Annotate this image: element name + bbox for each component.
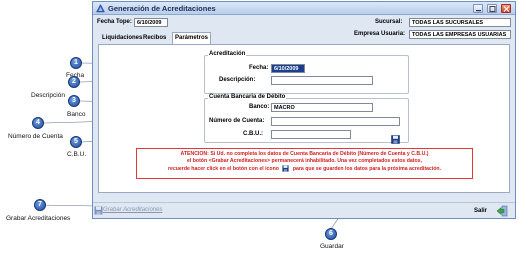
tab-liquidaciones[interactable]: Liquidaciones xyxy=(100,33,144,44)
save-button[interactable] xyxy=(391,135,400,144)
acreditacion-group-title: Acreditación xyxy=(208,51,247,57)
numero-cuenta-input[interactable] xyxy=(271,117,400,126)
close-icon xyxy=(503,6,510,12)
callout-6-label: Guardar xyxy=(320,243,344,250)
warning-message: ATENCION: Si Ud. no completa los datos d… xyxy=(136,148,473,179)
fecha-tope-field[interactable]: 6/10/2009 xyxy=(134,18,168,27)
numero-cuenta-label: Número de Cuenta: xyxy=(209,118,265,124)
parametros-panel: Acreditación Fecha: 6/10/2009 Descripció… xyxy=(98,44,510,193)
callout-4: 4 xyxy=(32,117,44,129)
callout-3-label: Banco xyxy=(67,111,86,118)
salir-button[interactable]: Salir xyxy=(474,208,487,214)
sucursal-field[interactable]: TODAS LAS SUCURSALES xyxy=(409,18,511,27)
callout-5-label: C.B.U. xyxy=(67,151,87,158)
fecha-input[interactable]: 6/10/2009 xyxy=(271,64,305,73)
callout-2: 2 xyxy=(68,76,80,88)
callout-4-label: Número de Cuenta xyxy=(8,133,63,140)
grabar-acreditaciones-button[interactable]: Grabar Acreditaciones xyxy=(103,207,162,213)
banco-label: Banco: xyxy=(249,104,270,110)
acreditaciones-window: Generación de Acreditaciones Fecha Tope:… xyxy=(92,1,516,219)
title-bar[interactable]: Generación de Acreditaciones xyxy=(93,2,515,15)
floppy-disk-icon xyxy=(94,206,103,215)
fecha-tope-label: Fecha Tope: xyxy=(97,19,132,25)
maximize-icon xyxy=(489,6,496,12)
tab-recibos[interactable]: Recibos xyxy=(141,33,168,44)
callout-5: 5 xyxy=(70,136,82,148)
callout-1: 1 xyxy=(70,57,82,69)
warning-line-1: ATENCION: Si Ud. no completa los datos d… xyxy=(180,151,429,157)
warning-line-3: recuerde hacer click en el botón con el … xyxy=(137,165,472,173)
cuenta-bancaria-group-title: Cuenta Bancaria de Débito xyxy=(208,94,287,100)
exit-arrow-icon[interactable] xyxy=(496,205,508,217)
descripcion-input[interactable] xyxy=(271,76,373,85)
callout-6: 6 xyxy=(325,228,337,240)
acreditacion-group: Acreditación xyxy=(204,51,409,94)
warning-line-3b: para que se guarden los datos para la pr… xyxy=(292,165,442,172)
descripcion-label: Descripción: xyxy=(219,77,256,83)
callout-3: 3 xyxy=(68,95,80,107)
bottom-bar: Grabar Acreditaciones Salir xyxy=(93,202,515,218)
sucursal-label: Sucursal: xyxy=(375,19,403,25)
minimize-icon xyxy=(476,10,481,12)
floppy-disk-icon xyxy=(282,165,290,172)
close-button[interactable] xyxy=(501,4,511,13)
empresa-label: Empresa Usuaria: xyxy=(354,31,406,37)
fecha-label: Fecha: xyxy=(249,65,269,71)
callout-7-label: Grabar Acreditaciones xyxy=(6,215,71,222)
callout-7: 7 xyxy=(34,199,46,211)
cbu-label: C.B.U.: xyxy=(243,131,263,137)
window-title: Generación de Acreditaciones xyxy=(108,4,216,13)
warning-line-2: el botón <Grabar Acreditaciones> permane… xyxy=(186,158,423,164)
callout-2-label: Descripción xyxy=(31,92,65,99)
cbu-input[interactable] xyxy=(271,130,351,139)
minimize-button[interactable] xyxy=(473,4,483,13)
banco-input[interactable]: MACRO xyxy=(271,103,373,112)
warning-line-3a: recuerde hacer click en el botón con el … xyxy=(167,165,279,172)
maximize-button[interactable] xyxy=(487,4,497,13)
empresa-field[interactable]: TODAS LAS EMPRESAS USUARIAS xyxy=(409,30,511,39)
tab-parametros[interactable]: Parámetros xyxy=(172,32,212,44)
app-icon xyxy=(96,4,105,13)
